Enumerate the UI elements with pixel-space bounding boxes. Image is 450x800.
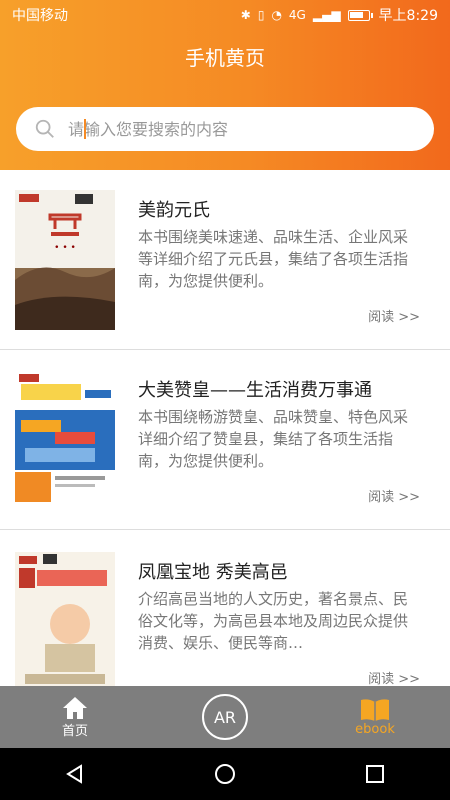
search-icon: [35, 119, 54, 138]
list-item[interactable]: • • • 美韵元氏 本书围绕美味速递、品味生活、企业风采等详细介绍了元氏县，集…: [0, 170, 450, 350]
back-icon[interactable]: [64, 763, 86, 785]
book-description: 介绍高邑当地的人文历史，著名景点、民俗文化等，为高邑县本地及周边民众提供消费、娱…: [138, 590, 409, 652]
vibrate-icon: ▯: [257, 8, 265, 22]
book-description: 本书围绕美味速递、品味生活、企业风采等详细介绍了元氏县，集结了各项生活指南，为您…: [138, 228, 409, 290]
page-title: 手机黄页: [185, 46, 265, 70]
home-circle-icon[interactable]: [214, 763, 236, 785]
svg-text:• • •: • • •: [54, 243, 76, 253]
clock: 早上8:29: [378, 8, 438, 24]
battery-icon: [347, 9, 373, 21]
home-icon: [63, 696, 87, 719]
text-caret: [84, 119, 86, 139]
carrier-label: 中国移动: [12, 8, 68, 24]
tab-home[interactable]: 首页: [0, 686, 150, 748]
bluetooth-icon: ✱: [240, 8, 251, 22]
bottom-tab-bar: 首页 AR ebook: [0, 686, 450, 748]
status-bar: 中国移动 ✱ ▯ ◔ 4G ▂▄▆ 早上8:29: [0, 0, 450, 30]
book-cover-image: • • •: [15, 190, 115, 330]
battery-fill: [349, 11, 363, 18]
recents-icon[interactable]: [364, 763, 386, 785]
system-navigation-bar: [0, 748, 450, 800]
book-cover-image: [15, 370, 115, 510]
read-link[interactable]: 阅读 >>: [368, 486, 420, 505]
tab-ebook[interactable]: ebook: [300, 686, 450, 748]
list-item[interactable]: 大美赞皇——生活消费万事通 本书围绕畅游赞皇、品味赞皇、特色风采详细介绍了赞皇县…: [0, 350, 450, 530]
search-input[interactable]: [68, 119, 398, 139]
read-link[interactable]: 阅读 >>: [368, 668, 420, 687]
book-title: 美韵元氏: [138, 200, 210, 221]
wifi-icon: ◔: [271, 8, 282, 22]
search-bar[interactable]: [16, 107, 434, 151]
book-title: 凤凰宝地 秀美高邑: [138, 562, 288, 583]
tab-home-label: 首页: [61, 723, 88, 739]
book-description: 本书围绕畅游赞皇、品味赞皇、特色风采详细介绍了赞皇县，集结了各项生活指南，为您提…: [138, 408, 409, 470]
signal-icon: ▂▄▆: [312, 8, 341, 22]
book-cover-image: [15, 552, 115, 692]
read-link[interactable]: 阅读 >>: [368, 306, 420, 325]
ar-icon: AR: [202, 694, 248, 740]
book-icon: [361, 698, 389, 721]
network-type: 4G: [288, 8, 306, 22]
tab-ar-label: AR: [213, 707, 237, 727]
list-item[interactable]: 凤凰宝地 秀美高邑 介绍高邑当地的人文历史，著名景点、民俗文化等，为高邑县本地及…: [0, 532, 450, 712]
tab-ebook-label: ebook: [355, 721, 395, 737]
header-background: 中国移动 ✱ ▯ ◔ 4G ▂▄▆ 早上8:29 手机黄页: [0, 0, 450, 170]
tab-ar[interactable]: AR: [150, 686, 300, 748]
book-title: 大美赞皇——生活消费万事通: [138, 380, 372, 401]
